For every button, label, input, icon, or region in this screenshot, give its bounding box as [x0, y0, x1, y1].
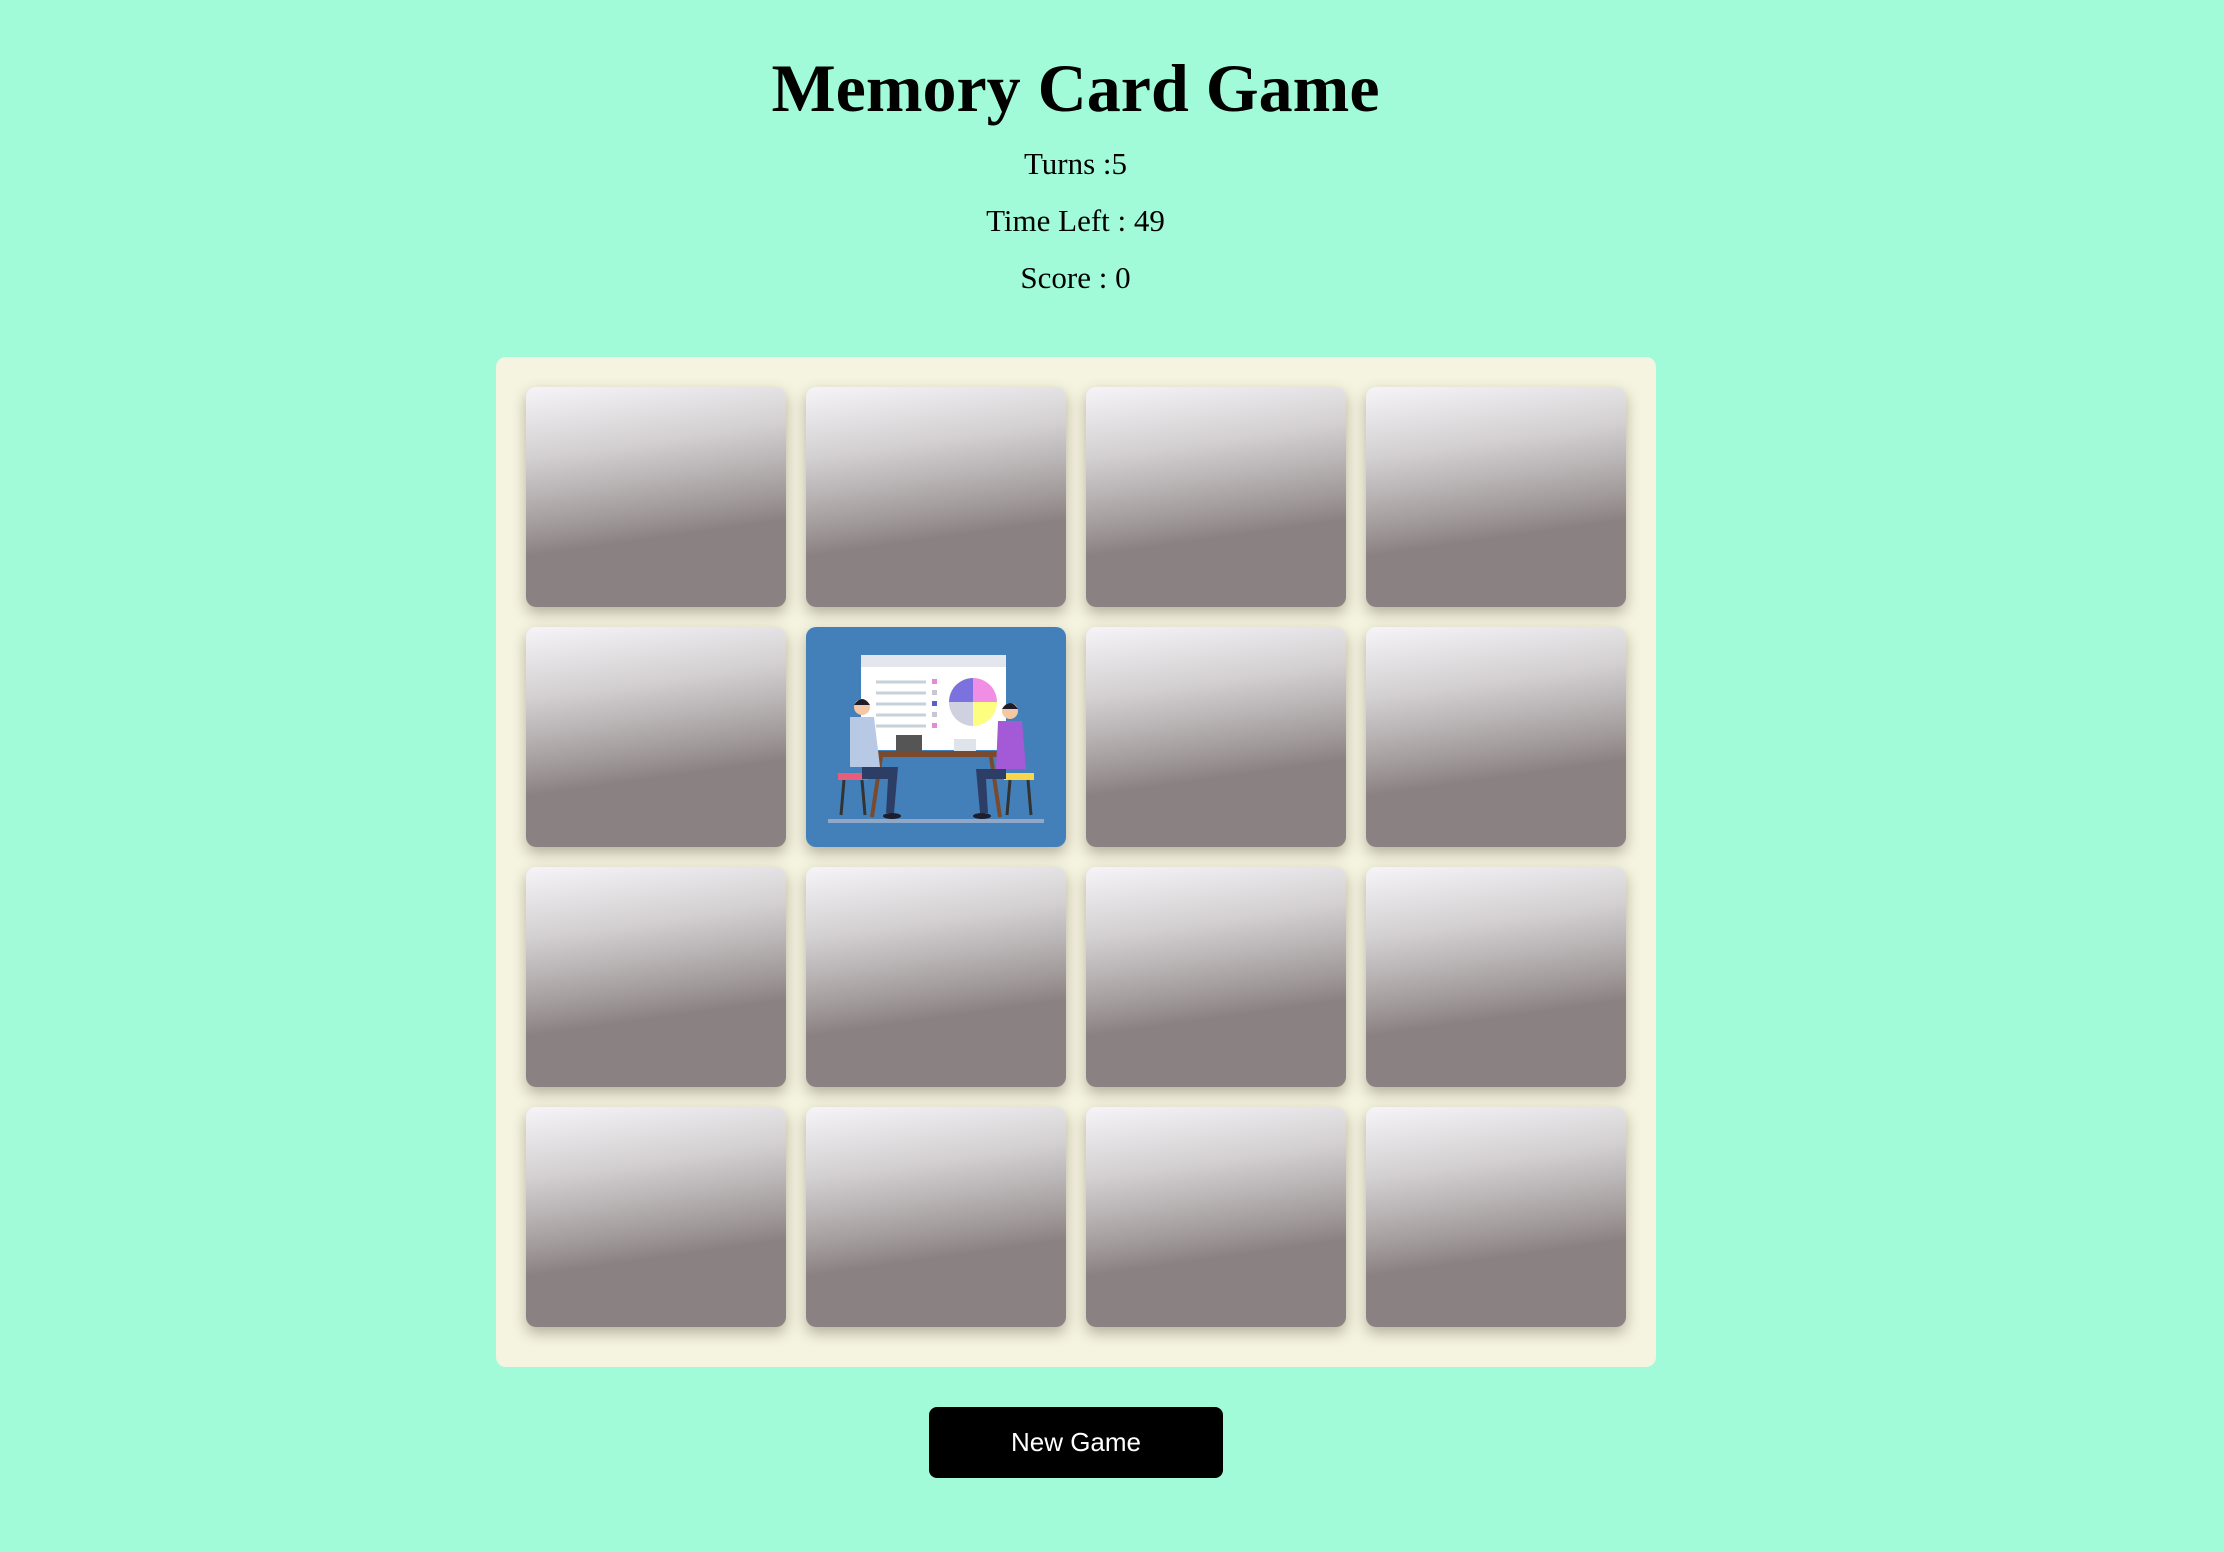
- card-5[interactable]: [526, 627, 786, 847]
- card-1[interactable]: [526, 387, 786, 607]
- page-title: Memory Card Game: [771, 50, 1380, 126]
- card-board: [496, 357, 1656, 1367]
- card-9[interactable]: [526, 867, 786, 1087]
- card-16[interactable]: [1366, 1107, 1626, 1327]
- card-7[interactable]: [1086, 627, 1346, 847]
- card-12[interactable]: [1366, 867, 1626, 1087]
- card-3[interactable]: [1086, 387, 1346, 607]
- card-10[interactable]: [806, 867, 1066, 1087]
- card-4[interactable]: [1366, 387, 1626, 607]
- business-meeting-illustration: [828, 655, 1044, 823]
- score-counter: Score : 0: [1020, 260, 1131, 295]
- card-14[interactable]: [806, 1107, 1066, 1327]
- card-15[interactable]: [1086, 1107, 1346, 1327]
- new-game-button[interactable]: New Game: [929, 1407, 1223, 1478]
- card-13[interactable]: [526, 1107, 786, 1327]
- time-left-counter: Time Left : 49: [986, 203, 1165, 238]
- card-6[interactable]: [806, 627, 1066, 847]
- card-8[interactable]: [1366, 627, 1626, 847]
- card-2[interactable]: [806, 387, 1066, 607]
- turns-counter: Turns :5: [1023, 146, 1128, 181]
- card-11[interactable]: [1086, 867, 1346, 1087]
